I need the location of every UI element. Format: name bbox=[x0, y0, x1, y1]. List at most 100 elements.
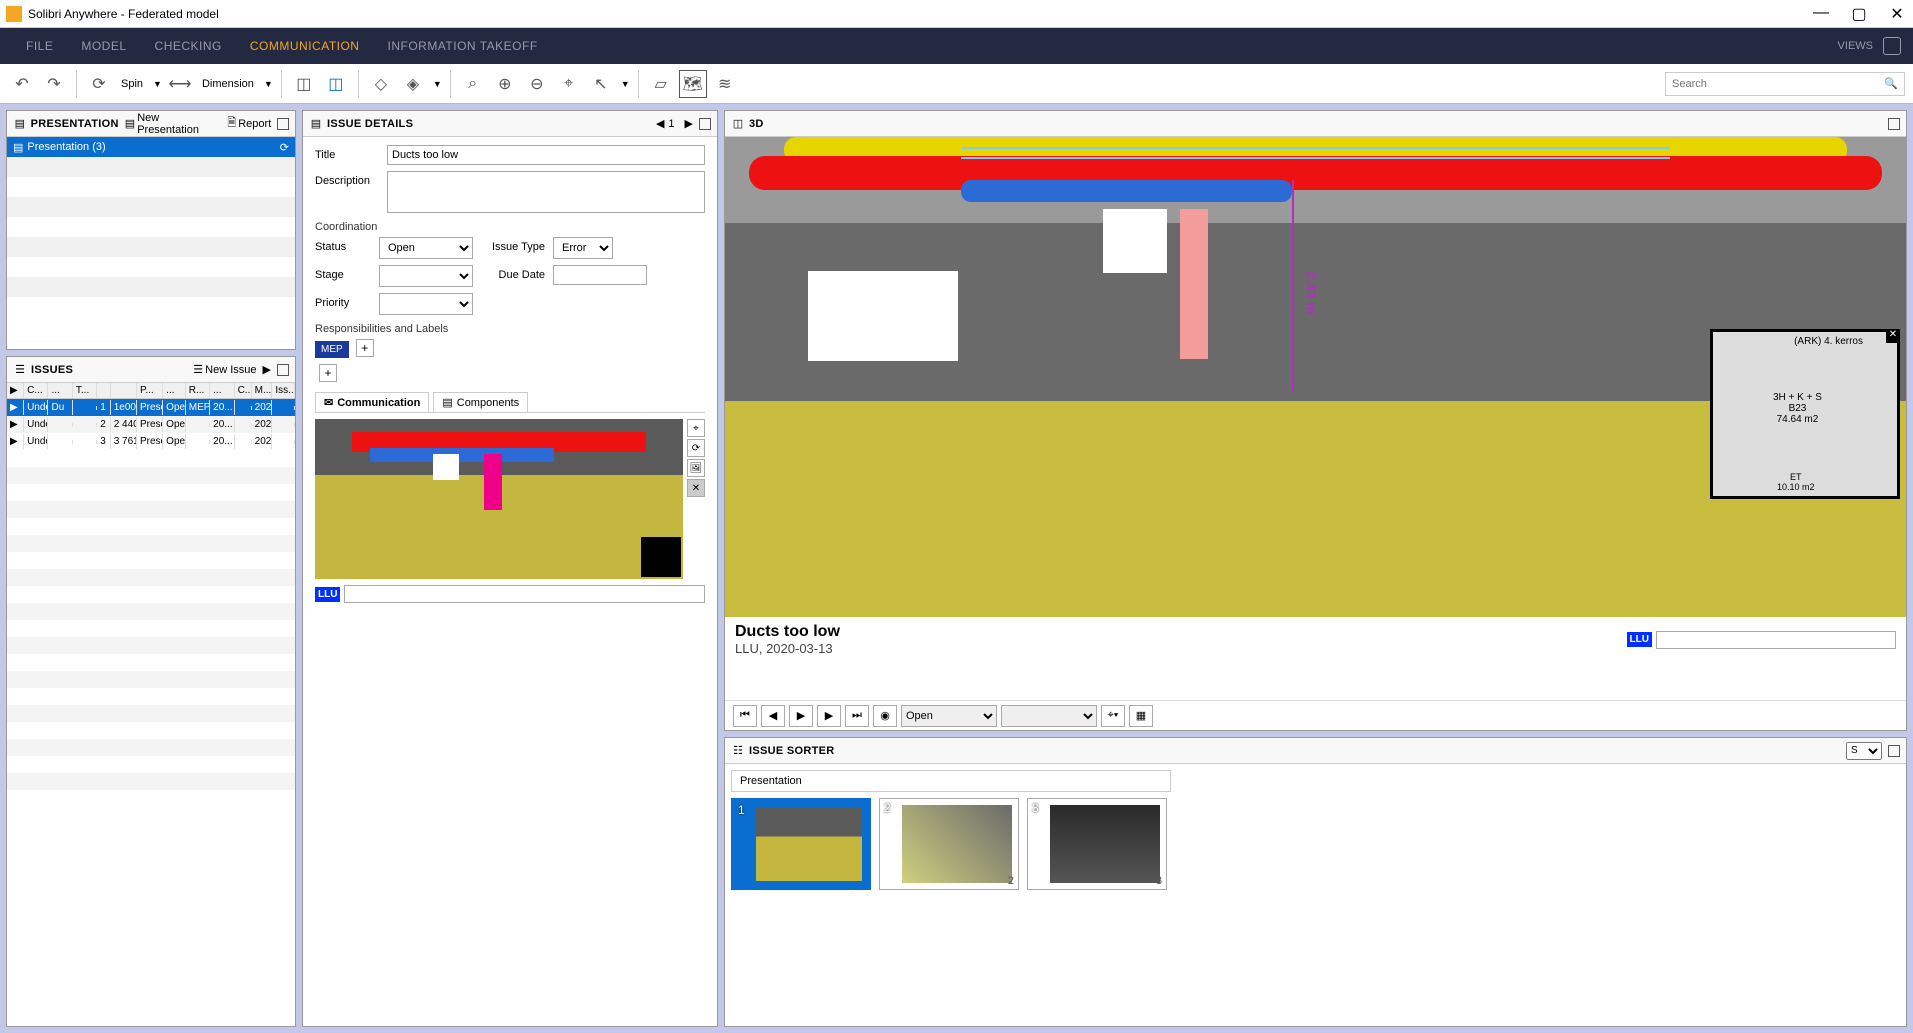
3d-title: 3D bbox=[749, 118, 764, 130]
spin-dropdown[interactable]: ▼ bbox=[151, 79, 162, 89]
new-issue-button[interactable]: ☰ New Issue bbox=[193, 363, 256, 376]
filter-icon[interactable]: ▶ bbox=[263, 363, 271, 376]
zoom-out-icon[interactable]: ⊖ bbox=[523, 70, 551, 98]
add-label-button[interactable]: + bbox=[319, 364, 337, 382]
table-row[interactable]: ▶Undef33 761cPreseOpe20...202... bbox=[7, 433, 295, 450]
nav-status-select[interactable]: Open bbox=[901, 705, 997, 727]
comment-input[interactable] bbox=[344, 585, 705, 603]
author-badge: LLU bbox=[315, 587, 340, 602]
cube-icon: ◫ bbox=[731, 117, 745, 131]
zoom-window-icon[interactable]: ⌖ bbox=[555, 70, 583, 98]
zoom-in-icon[interactable]: ⊕ bbox=[491, 70, 519, 98]
map-icon[interactable]: 🗺 bbox=[679, 70, 707, 98]
section-icon[interactable]: ▱ bbox=[647, 70, 675, 98]
presentation-title: PRESENTATION bbox=[31, 118, 119, 130]
dimension-icon[interactable]: ⟷ bbox=[166, 70, 194, 98]
maximize-panel-icon[interactable] bbox=[1888, 118, 1900, 130]
presentation-item-icon: ▤ bbox=[13, 141, 23, 154]
issue-type-select[interactable]: Error bbox=[553, 237, 613, 259]
nav-record-icon[interactable]: ◉ bbox=[873, 705, 897, 727]
maximize-panel-icon[interactable] bbox=[1888, 745, 1900, 757]
cursor-dropdown[interactable]: ▼ bbox=[619, 79, 630, 89]
tab-components[interactable]: ▤Components bbox=[433, 392, 528, 412]
sorter-thumb[interactable]: 1 bbox=[731, 798, 871, 890]
views-button[interactable]: VIEWS bbox=[1838, 40, 1873, 52]
zoom-fit-icon[interactable]: ⌕ bbox=[459, 70, 487, 98]
mep-tag[interactable]: MEP bbox=[315, 341, 349, 358]
title-input[interactable] bbox=[387, 145, 705, 165]
new-presentation-button[interactable]: ▤ New Presentation bbox=[125, 112, 222, 136]
minimap-close-icon[interactable]: ✕ bbox=[1886, 329, 1900, 343]
undo-button[interactable]: ↶ bbox=[8, 70, 36, 98]
snap-refresh-icon[interactable]: ⟳ bbox=[687, 439, 705, 457]
maximize-button[interactable]: ▢ bbox=[1849, 4, 1869, 24]
title-label: Title bbox=[315, 145, 379, 161]
prev-issue-icon[interactable]: ◀ bbox=[656, 117, 664, 130]
snap-delete-icon[interactable]: ✕ bbox=[687, 479, 705, 497]
description-input[interactable] bbox=[387, 171, 705, 213]
table-row[interactable]: ▶UndefDu11e007PreseOpeMEP20...202... bbox=[7, 399, 295, 416]
box-dropdown[interactable]: ▼ bbox=[431, 79, 442, 89]
sorter-thumb[interactable]: 22 bbox=[879, 798, 1019, 890]
dimension-value: 2.43 m bbox=[1304, 271, 1320, 315]
sorter-thumb[interactable]: 33 bbox=[1027, 798, 1167, 890]
redo-button[interactable]: ↷ bbox=[40, 70, 68, 98]
stage-select[interactable] bbox=[379, 265, 473, 287]
cube-icon[interactable]: ◫ bbox=[290, 70, 318, 98]
cube-wire-icon[interactable]: ◫ bbox=[322, 70, 350, 98]
views-icon[interactable] bbox=[1883, 37, 1901, 55]
minimap-floor-label: (ARK) 4. kerros bbox=[1794, 336, 1863, 347]
nav-play-icon[interactable]: ▶ bbox=[789, 705, 813, 727]
refresh-icon[interactable]: ⟳ bbox=[280, 141, 289, 154]
nav-first-icon[interactable]: ⏮ bbox=[733, 705, 757, 727]
snap-capture-icon[interactable]: ⌖ bbox=[687, 419, 705, 437]
search-icon[interactable]: 🔍 bbox=[1884, 77, 1898, 90]
menu-communication[interactable]: COMMUNICATION bbox=[236, 39, 374, 53]
box-icon[interactable]: ◈ bbox=[399, 70, 427, 98]
cursor-icon[interactable]: ↖ bbox=[587, 70, 615, 98]
sorter-sort-select[interactable]: S bbox=[1846, 742, 1882, 760]
close-button[interactable]: ✕ bbox=[1887, 4, 1907, 24]
viewport-comment-input[interactable] bbox=[1656, 631, 1896, 649]
app-logo bbox=[6, 6, 22, 22]
table-row[interactable]: ▶Undef22 440PreseOpe20...202... bbox=[7, 416, 295, 433]
dimension-label: Dimension bbox=[198, 78, 258, 90]
menu-file[interactable]: FILE bbox=[12, 39, 67, 53]
layers-icon[interactable]: ≋ bbox=[711, 70, 739, 98]
box-outline-icon[interactable]: ◇ bbox=[367, 70, 395, 98]
menu-info-takeoff[interactable]: INFORMATION TAKEOFF bbox=[373, 39, 551, 53]
comp-icon: ▤ bbox=[442, 396, 452, 409]
priority-select[interactable] bbox=[379, 293, 473, 315]
menu-checking[interactable]: CHECKING bbox=[141, 39, 236, 53]
spin-label: Spin bbox=[117, 78, 147, 90]
minimap[interactable]: ✕ (ARK) 4. kerros 3H + K + S B23 74.64 m… bbox=[1710, 329, 1900, 499]
report-button[interactable]: 🗎 Report bbox=[227, 114, 271, 133]
comm-icon: ✉ bbox=[324, 396, 333, 409]
tab-communication[interactable]: ✉Communication bbox=[315, 392, 429, 412]
search-box[interactable]: 🔍 bbox=[1665, 72, 1905, 96]
status-select[interactable]: Open bbox=[379, 237, 473, 259]
add-tag-button[interactable]: + bbox=[356, 339, 374, 357]
minimize-button[interactable]: — bbox=[1811, 4, 1831, 24]
maximize-panel-icon[interactable] bbox=[277, 118, 289, 130]
due-date-label: Due Date bbox=[481, 265, 545, 281]
nav-grid-icon[interactable]: ▦ bbox=[1129, 705, 1153, 727]
search-input[interactable] bbox=[1672, 78, 1884, 90]
menubar: FILE MODEL CHECKING COMMUNICATION INFORM… bbox=[0, 28, 1913, 64]
next-issue-icon[interactable]: ▶ bbox=[685, 117, 693, 130]
presentation-row[interactable]: ▤ Presentation (3) ⟳ bbox=[7, 137, 295, 157]
nav-secondary-select[interactable] bbox=[1001, 705, 1097, 727]
dimension-dropdown[interactable]: ▼ bbox=[262, 79, 273, 89]
menu-model[interactable]: MODEL bbox=[67, 39, 140, 53]
due-date-input[interactable] bbox=[553, 265, 647, 285]
details-icon: ▤ bbox=[309, 117, 323, 131]
maximize-panel-icon[interactable] bbox=[277, 364, 289, 376]
snap-image-icon[interactable]: 🖼 bbox=[687, 459, 705, 477]
nav-prev-icon[interactable]: ◀ bbox=[761, 705, 785, 727]
nav-last-icon[interactable]: ⏭ bbox=[845, 705, 869, 727]
3d-viewport[interactable]: 2.43 m ✕ (ARK) 4. kerros 3H + K + S B23 … bbox=[725, 137, 1906, 617]
nav-target-icon[interactable]: ⌖▾ bbox=[1101, 705, 1125, 727]
nav-next-icon[interactable]: ▶ bbox=[817, 705, 841, 727]
maximize-panel-icon[interactable] bbox=[699, 118, 711, 130]
spin-icon[interactable]: ⟳ bbox=[85, 70, 113, 98]
